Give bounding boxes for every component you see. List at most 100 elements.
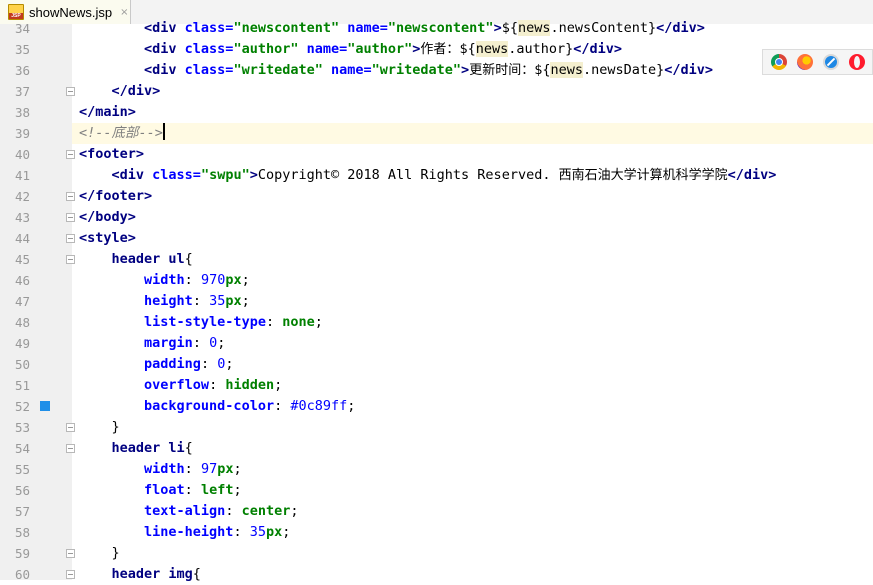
code-text[interactable]: background-color: #0c89ff; xyxy=(79,396,355,417)
code-text[interactable]: </body> xyxy=(79,207,136,228)
code-line[interactable]: 39 <!--底部--> xyxy=(0,123,873,144)
code-line[interactable]: 49 margin: 0; xyxy=(0,333,873,354)
code-line[interactable]: 42 </footer> xyxy=(0,186,873,207)
code-text[interactable]: </main> xyxy=(79,102,136,123)
code-text[interactable]: height: 35px; xyxy=(79,291,250,312)
code-line[interactable]: 44 <style> xyxy=(0,228,873,249)
code-text[interactable]: <div class="author" name="author">作者：${n… xyxy=(79,39,622,60)
code-line[interactable]: 47 height: 35px; xyxy=(0,291,873,312)
code-line[interactable]: 56 float: left; xyxy=(0,480,873,501)
fold-toggle-icon[interactable] xyxy=(66,570,75,579)
fold-toggle-icon[interactable] xyxy=(66,192,75,201)
line-number: 41 xyxy=(14,168,30,183)
code-line[interactable]: 38 </main> xyxy=(0,102,873,123)
code-line[interactable]: 34 <div class="newscontent" name="newsco… xyxy=(0,18,873,39)
code-text[interactable]: <div class="writedate" name="writedate">… xyxy=(79,60,713,81)
close-icon[interactable]: × xyxy=(120,7,128,18)
code-line[interactable]: 57 text-align: center; xyxy=(0,501,873,522)
line-background xyxy=(72,144,873,165)
safari-icon[interactable] xyxy=(823,54,839,70)
code-line[interactable]: 35 <div class="author" name="author">作者：… xyxy=(0,39,873,60)
code-token: "newscontent" xyxy=(387,20,494,36)
code-token: <div xyxy=(111,167,153,183)
line-number: 44 xyxy=(14,231,30,246)
code-token: 97 xyxy=(200,461,218,477)
fold-toggle-icon[interactable] xyxy=(66,87,75,96)
code-text[interactable]: margin: 0; xyxy=(79,333,225,354)
code-text[interactable]: header img{ xyxy=(79,564,201,585)
code-line[interactable]: 48 list-style-type: none; xyxy=(0,312,873,333)
code-token: name= xyxy=(306,41,348,57)
code-line[interactable]: 37 </div> xyxy=(0,81,873,102)
code-line[interactable]: 58 line-height: 35px; xyxy=(0,522,873,543)
chrome-icon[interactable] xyxy=(771,54,787,70)
opera-icon[interactable] xyxy=(849,54,865,70)
code-text[interactable]: <footer> xyxy=(79,144,144,165)
code-token: ; xyxy=(274,377,283,393)
color-preview-icon[interactable] xyxy=(40,401,50,411)
code-text[interactable]: header ul{ xyxy=(79,249,193,270)
line-number: 51 xyxy=(14,378,30,393)
code-text[interactable]: overflow: hidden; xyxy=(79,375,282,396)
code-text[interactable]: width: 97px; xyxy=(79,459,242,480)
line-number: 50 xyxy=(14,357,30,372)
code-line[interactable]: 52 background-color: #0c89ff; xyxy=(0,396,873,417)
code-text[interactable]: float: left; xyxy=(79,480,242,501)
fold-toggle-icon[interactable] xyxy=(66,444,75,453)
code-line[interactable]: 59 } xyxy=(0,543,873,564)
code-token: left xyxy=(200,482,234,498)
text-cursor xyxy=(162,123,165,140)
code-line[interactable]: 53 } xyxy=(0,417,873,438)
code-line[interactable]: 36 <div class="writedate" name="writedat… xyxy=(0,60,873,81)
code-line[interactable]: 54 header li{ xyxy=(0,438,873,459)
code-line[interactable]: 55 width: 97px; xyxy=(0,459,873,480)
code-text[interactable]: padding: 0; xyxy=(79,354,233,375)
code-token: </div> xyxy=(664,62,714,78)
code-line[interactable]: 60 header img{ xyxy=(0,564,873,585)
code-line[interactable]: 43 </body> xyxy=(0,207,873,228)
firefox-icon[interactable] xyxy=(797,54,813,70)
code-token: class= xyxy=(184,41,234,57)
code-token: px xyxy=(217,461,234,477)
code-token: : xyxy=(274,398,291,414)
code-token: class= xyxy=(184,62,234,78)
code-text[interactable]: text-align: center; xyxy=(79,501,298,522)
fold-toggle-icon[interactable] xyxy=(66,234,75,243)
code-token: 底部 xyxy=(111,125,139,141)
code-token: : xyxy=(192,293,210,309)
line-number: 37 xyxy=(14,84,30,99)
code-token: ${ xyxy=(534,62,551,78)
code-text[interactable]: width: 970px; xyxy=(79,270,250,291)
code-text[interactable]: <div class="swpu">Copyright© 2018 All Ri… xyxy=(79,165,777,186)
code-line[interactable]: 51 overflow: hidden; xyxy=(0,375,873,396)
fold-toggle-icon[interactable] xyxy=(66,423,75,432)
code-token: name= xyxy=(331,62,372,78)
code-text[interactable]: </footer> xyxy=(79,186,152,207)
code-text[interactable]: <div class="newscontent" name="newsconte… xyxy=(79,18,705,39)
code-text[interactable]: } xyxy=(79,543,120,564)
code-text[interactable]: list-style-type: none; xyxy=(79,312,323,333)
code-line[interactable]: 46 width: 970px; xyxy=(0,270,873,291)
code-token: px xyxy=(225,272,242,288)
code-token: </main> xyxy=(79,104,136,120)
code-text[interactable]: header li{ xyxy=(79,438,193,459)
code-text[interactable]: line-height: 35px; xyxy=(79,522,290,543)
code-line[interactable]: 50 padding: 0; xyxy=(0,354,873,375)
code-text[interactable]: <style> xyxy=(79,228,136,249)
code-text[interactable]: } xyxy=(79,417,120,438)
code-line[interactable]: 40 <footer> xyxy=(0,144,873,165)
code-text[interactable]: </div> xyxy=(79,81,161,102)
fold-toggle-icon[interactable] xyxy=(66,213,75,222)
code-line[interactable]: 41 <div class="swpu">Copyright© 2018 All… xyxy=(0,165,873,186)
code-token: Copyright© 2018 All Rights Reserved. xyxy=(257,167,559,183)
code-text[interactable]: <!--底部--> xyxy=(79,123,165,144)
fold-toggle-icon[interactable] xyxy=(66,255,75,264)
fold-toggle-icon[interactable] xyxy=(66,549,75,558)
code-line[interactable]: 45 header ul{ xyxy=(0,249,873,270)
fold-toggle-icon[interactable] xyxy=(66,150,75,159)
